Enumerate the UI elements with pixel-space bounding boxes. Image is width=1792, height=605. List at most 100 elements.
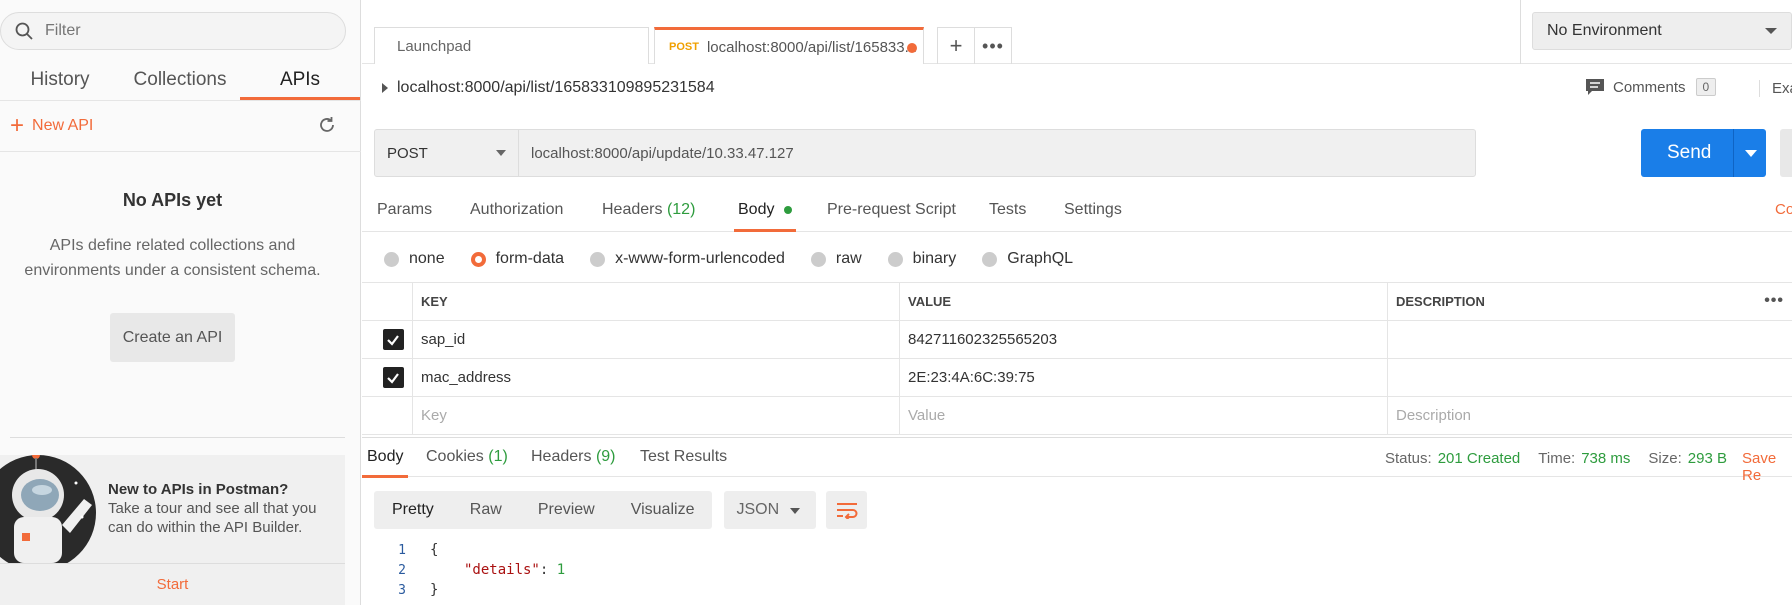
value-cell[interactable]: 2E:23:4A:6C:39:75 — [899, 359, 1387, 396]
breadcrumb[interactable]: localhost:8000/api/list/1658331098952315… — [382, 79, 715, 97]
radio-form-data[interactable]: form-data — [470, 250, 564, 268]
tab-request[interactable]: POST localhost:8000/api/list/165833... — [654, 27, 924, 64]
line-number: 2 — [398, 562, 406, 578]
send-button[interactable]: Send — [1641, 129, 1766, 177]
description-input[interactable]: Description — [1387, 397, 1792, 434]
comments-count-badge: 0 — [1695, 78, 1717, 96]
wrap-lines-button[interactable] — [826, 491, 868, 529]
code-line: 2 "details" : 1 — [372, 560, 565, 580]
comments-button[interactable]: Comments 0 — [1585, 78, 1717, 96]
new-tab-button[interactable]: + — [937, 27, 975, 64]
column-header-description: DESCRIPTION ••• — [1387, 283, 1792, 320]
size-label: Size: — [1648, 450, 1682, 467]
filter-box[interactable] — [0, 12, 346, 50]
tab-options-button[interactable]: ••• — [974, 27, 1012, 64]
refresh-icon[interactable] — [317, 115, 337, 135]
status-value[interactable]: 201 Created — [1438, 450, 1521, 467]
search-icon — [15, 22, 33, 40]
format-raw-button[interactable]: Raw — [452, 491, 520, 529]
tab-launchpad[interactable]: Launchpad — [374, 27, 649, 64]
radio-circle-icon — [384, 251, 399, 267]
checkbox[interactable] — [382, 367, 404, 388]
checkmark-icon — [387, 372, 399, 384]
format-button-group: Pretty Raw Preview Visualize — [374, 491, 713, 529]
environment-label: No Environment — [1547, 22, 1662, 39]
table-header-row: KEY VALUE DESCRIPTION ••• — [362, 283, 1792, 321]
examples-button[interactable]: Exam — [1759, 80, 1792, 97]
response-tabs: Body Cookies (1) Headers (9) Test Result… — [362, 437, 1792, 484]
tab-method-badge: POST — [669, 41, 699, 53]
column-header-value: VALUE — [899, 283, 1387, 320]
more-icon[interactable]: ••• — [1764, 292, 1784, 310]
tab-headers[interactable]: Headers (12) — [602, 201, 695, 232]
new-api-button[interactable]: + New API — [10, 114, 93, 138]
table-row-new: Key Value Description — [362, 397, 1792, 435]
tab-body[interactable]: Body — [734, 201, 796, 232]
form-data-table: KEY VALUE DESCRIPTION ••• sap_id 8427116… — [362, 282, 1792, 435]
url-input[interactable]: localhost:8000/api/update/10.33.47.127 — [519, 130, 1475, 176]
sidebar-tab-apis[interactable]: APIs — [240, 62, 360, 100]
key-cell[interactable]: sap_id — [412, 321, 899, 358]
radio-label: GraphQL — [1007, 250, 1074, 267]
status-dot-icon — [783, 205, 792, 214]
tab-prerequest-script[interactable]: Pre-request Script — [827, 201, 956, 232]
divider — [10, 437, 345, 438]
time-value[interactable]: 738 ms — [1581, 450, 1630, 467]
sidebar-tab-history[interactable]: History — [0, 62, 120, 100]
radio-urlencoded[interactable]: x-www-form-urlencoded — [590, 250, 785, 268]
tab-params[interactable]: Params — [377, 201, 432, 232]
save-button[interactable] — [1780, 129, 1792, 177]
comment-icon — [1586, 79, 1604, 95]
plus-icon: + — [10, 112, 25, 139]
radio-graphql[interactable]: GraphQL — [982, 250, 1073, 268]
format-visualize-button[interactable]: Visualize — [613, 491, 713, 529]
cookies-link[interactable]: Co — [1775, 201, 1792, 218]
key-cell[interactable]: mac_address — [412, 359, 899, 396]
method-select[interactable]: POST — [375, 130, 519, 176]
request-line: POST localhost:8000/api/update/10.33.47.… — [374, 129, 1476, 177]
time-label: Time: — [1538, 450, 1576, 467]
row-checkbox-cell — [362, 321, 412, 358]
save-response-button[interactable]: Save Re — [1742, 450, 1792, 484]
description-cell[interactable] — [1387, 359, 1792, 396]
response-tab-test-results[interactable]: Test Results — [640, 448, 727, 478]
value-input[interactable]: Value — [899, 397, 1387, 434]
radio-circle-icon — [982, 251, 998, 267]
response-tab-cookies[interactable]: Cookies (1) — [426, 448, 508, 478]
key-input[interactable]: Key — [412, 397, 899, 434]
request-tabs: Params Authorization Headers (12) Body P… — [362, 194, 1792, 232]
radio-raw[interactable]: raw — [810, 250, 862, 268]
format-pretty-button[interactable]: Pretty — [374, 491, 452, 529]
response-tab-cookies-count: (1) — [488, 448, 508, 465]
promo-start-link[interactable]: Start — [0, 563, 345, 605]
table-row: mac_address 2E:23:4A:6C:39:75 — [362, 359, 1792, 397]
promo-text: Take a tour and see all that you can do … — [108, 500, 317, 536]
environment-select[interactable]: No Environment — [1532, 12, 1792, 50]
status-label: Status: — [1385, 450, 1432, 467]
response-tab-cookies-label: Cookies — [426, 448, 484, 465]
filter-input[interactable] — [45, 22, 325, 40]
radio-binary[interactable]: binary — [887, 250, 956, 268]
size-value[interactable]: 293 B — [1688, 450, 1727, 467]
format-preview-button[interactable]: Preview — [520, 491, 613, 529]
chevron-down-icon[interactable] — [1745, 150, 1757, 157]
main-panel: Launchpad POST localhost:8000/api/list/1… — [362, 0, 1792, 605]
response-tab-body[interactable]: Body — [362, 448, 409, 478]
checkbox[interactable] — [382, 329, 404, 350]
radio-none[interactable]: none — [384, 250, 445, 268]
code-value: 1 — [556, 562, 566, 578]
description-cell[interactable] — [1387, 321, 1792, 358]
tab-settings[interactable]: Settings — [1064, 201, 1122, 232]
response-tab-headers[interactable]: Headers (9) — [531, 448, 616, 478]
create-api-button[interactable]: Create an API — [110, 313, 235, 362]
code-brace: } — [430, 582, 439, 598]
radio-label: raw — [835, 250, 862, 267]
tab-authorization[interactable]: Authorization — [470, 201, 563, 232]
radio-label: x-www-form-urlencoded — [615, 250, 785, 267]
value-cell[interactable]: 842711602325565203 — [899, 321, 1387, 358]
sidebar-tab-collections[interactable]: Collections — [120, 62, 240, 100]
language-select[interactable]: JSON — [724, 491, 817, 529]
column-header-description-label: DESCRIPTION — [1396, 294, 1485, 309]
divider — [1520, 0, 1521, 64]
tab-tests[interactable]: Tests — [989, 201, 1026, 232]
